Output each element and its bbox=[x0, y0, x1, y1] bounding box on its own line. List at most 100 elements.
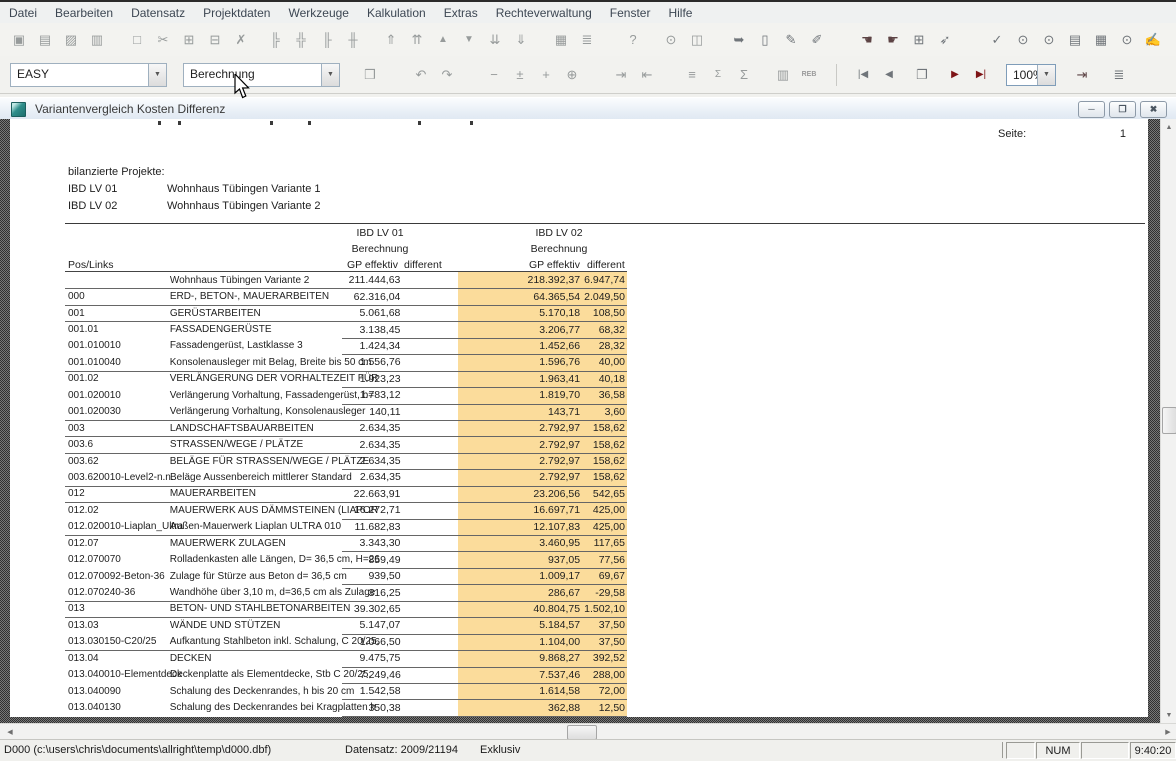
last-record-icon[interactable]: ▶| bbox=[969, 64, 993, 86]
chart-icon[interactable]: ▥ bbox=[771, 64, 795, 86]
split-view-icon[interactable]: ◫ bbox=[685, 29, 709, 51]
vertical-scroll-thumb[interactable] bbox=[1162, 407, 1176, 434]
cell-v2: 3.206,77 bbox=[402, 324, 584, 336]
doc-list-icon[interactable]: ▤ bbox=[1063, 29, 1087, 51]
move-up-icon[interactable]: ▲ bbox=[431, 29, 455, 51]
print-preview-icon[interactable]: ▣ bbox=[7, 29, 31, 51]
menu-item-hilfe[interactable]: Hilfe bbox=[659, 4, 701, 22]
first-record-icon[interactable]: |◀ bbox=[851, 64, 875, 86]
zoom-combo[interactable]: 100%▼ bbox=[1006, 64, 1056, 86]
menu-item-rechteverwaltung[interactable]: Rechteverwaltung bbox=[487, 4, 601, 22]
window-arrange-icon[interactable]: ⊞ bbox=[907, 29, 931, 51]
print2-icon[interactable]: ≣ bbox=[1107, 64, 1131, 86]
menu-item-werkzeuge[interactable]: Werkzeuge bbox=[279, 4, 357, 22]
prev-record-icon[interactable]: ◀ bbox=[877, 64, 901, 86]
page-preview-icon[interactable]: ▦ bbox=[549, 29, 573, 51]
horizontal-scroll-thumb[interactable] bbox=[567, 725, 597, 740]
scroll-up-icon[interactable]: ▲ bbox=[1161, 119, 1176, 135]
add-row-icon[interactable]: + bbox=[534, 64, 558, 86]
undo-icon[interactable]: ↶ bbox=[409, 64, 433, 86]
vertical-scrollbar[interactable]: ▲ ▼ bbox=[1160, 119, 1176, 723]
tree-insert-child-icon[interactable]: ╟ bbox=[315, 29, 339, 51]
cell-pos: 000 bbox=[65, 291, 170, 302]
search-record-icon[interactable]: ⊙ bbox=[1037, 29, 1061, 51]
table-rows: Wohnhaus Tübingen Variante 2211.444,6321… bbox=[65, 272, 627, 716]
project-row: IBD LV 02Wohnhaus Tübingen Variante 2 bbox=[68, 200, 321, 212]
scroll-left-icon[interactable]: ◀ bbox=[2, 724, 18, 740]
new-document-icon[interactable]: □ bbox=[125, 29, 149, 51]
close-button[interactable]: ✖ bbox=[1140, 101, 1167, 118]
move-page-down-icon[interactable]: ⇊ bbox=[483, 29, 507, 51]
pin-dart-icon[interactable]: ➶ bbox=[933, 29, 957, 51]
delete-icon[interactable]: ✗ bbox=[229, 29, 253, 51]
search-doc-icon[interactable]: ⊙ bbox=[1011, 29, 1035, 51]
add-special-icon[interactable]: ⊕ bbox=[560, 64, 584, 86]
cell-v1: 316,25 bbox=[343, 587, 403, 599]
tree-insert-before-icon[interactable]: ╠ bbox=[263, 29, 287, 51]
tree-insert-after-icon[interactable]: ╬ bbox=[289, 29, 313, 51]
remove-row-icon[interactable]: − bbox=[482, 64, 506, 86]
doc-edit-icon[interactable]: ✐ bbox=[805, 29, 829, 51]
easy-combo-dropdown-icon[interactable]: ▼ bbox=[148, 64, 166, 86]
cell-v2: 2.792,97 bbox=[402, 422, 584, 434]
minimize-button[interactable]: ─ bbox=[1078, 101, 1105, 118]
subtotal-icon[interactable]: Σ bbox=[706, 64, 730, 86]
menu-item-datensatz[interactable]: Datensatz bbox=[122, 4, 194, 22]
next-record-icon[interactable]: ▶ bbox=[943, 64, 967, 86]
search-globe-icon[interactable]: ⊙ bbox=[659, 29, 683, 51]
doc-table-icon[interactable]: ▦ bbox=[1089, 29, 1113, 51]
cell-diff: 40,00 bbox=[584, 356, 627, 368]
menu-item-kalkulation[interactable]: Kalkulation bbox=[358, 4, 435, 22]
scroll-down-icon[interactable]: ▼ bbox=[1161, 707, 1176, 723]
indent-right-icon[interactable]: ⇥ bbox=[609, 64, 633, 86]
restore-button[interactable]: ❐ bbox=[1109, 101, 1136, 118]
page-margin-right bbox=[1148, 119, 1160, 723]
list-icon[interactable]: ≡ bbox=[680, 64, 704, 86]
move-first-icon[interactable]: ⇑ bbox=[379, 29, 403, 51]
table-row: 003LANDSCHAFTSBAUARBEITEN2.634,352.792,9… bbox=[65, 420, 627, 436]
open-folder-icon[interactable]: ❒ bbox=[358, 64, 382, 86]
reb-icon[interactable]: REB bbox=[797, 64, 821, 86]
report-view-icon[interactable]: ▤ bbox=[33, 29, 57, 51]
menu-item-datei[interactable]: Datei bbox=[0, 4, 46, 22]
berechnung-combo-dropdown-icon[interactable]: ▼ bbox=[321, 64, 339, 86]
move-last-icon[interactable]: ⇓ bbox=[509, 29, 533, 51]
import-position-icon[interactable]: ➥ bbox=[727, 29, 751, 51]
catalog-icon[interactable]: ▥ bbox=[85, 29, 109, 51]
cell-v1: 1.066,50 bbox=[343, 636, 403, 648]
easy-combo[interactable]: EASY▼ bbox=[10, 63, 167, 87]
cut-icon[interactable]: ✂ bbox=[151, 29, 175, 51]
scroll-right-icon[interactable]: ▶ bbox=[1160, 724, 1176, 740]
menu-item-fenster[interactable]: Fenster bbox=[601, 4, 660, 22]
zoom-combo-dropdown-icon[interactable]: ▼ bbox=[1037, 65, 1055, 85]
grab-left-icon[interactable]: ☚ bbox=[855, 29, 879, 51]
clipboard-icon[interactable]: ▯ bbox=[753, 29, 777, 51]
menu-item-projektdaten[interactable]: Projektdaten bbox=[194, 4, 279, 22]
add-above-icon[interactable]: ± bbox=[508, 64, 532, 86]
print-icon[interactable]: ≣ bbox=[575, 29, 599, 51]
copy-pages-icon[interactable]: ❐ bbox=[910, 64, 934, 86]
exit-door-icon[interactable]: ⇥ bbox=[1070, 64, 1094, 86]
copy-icon[interactable]: ⊞ bbox=[177, 29, 201, 51]
toolbar-group: ▦≣ bbox=[548, 29, 600, 51]
search-again-icon[interactable]: ⊙ bbox=[1115, 29, 1139, 51]
doc-check-icon[interactable]: ✓ bbox=[985, 29, 1009, 51]
doc-sign-icon[interactable]: ✍ bbox=[1141, 29, 1165, 51]
cell-pos: 001.020030 bbox=[65, 406, 170, 417]
doc-add-icon[interactable]: ✎ bbox=[779, 29, 803, 51]
menu-item-bearbeiten[interactable]: Bearbeiten bbox=[46, 4, 122, 22]
image-view-icon[interactable]: ▨ bbox=[59, 29, 83, 51]
grab-right-icon[interactable]: ☛ bbox=[881, 29, 905, 51]
move-page-up-icon[interactable]: ⇈ bbox=[405, 29, 429, 51]
help-icon[interactable]: ? bbox=[621, 29, 645, 51]
sum-icon[interactable]: Σ bbox=[732, 64, 756, 86]
move-down-icon[interactable]: ▼ bbox=[457, 29, 481, 51]
berechnung-combo[interactable]: Berechnung▼ bbox=[183, 63, 340, 87]
indent-left-icon[interactable]: ⇤ bbox=[635, 64, 659, 86]
menu-item-extras[interactable]: Extras bbox=[435, 4, 487, 22]
horizontal-scrollbar[interactable]: ◀ ▶ bbox=[0, 723, 1176, 740]
paste-icon[interactable]: ⊟ bbox=[203, 29, 227, 51]
tree-level-icon[interactable]: ╫ bbox=[341, 29, 365, 51]
table-row: 013.040010-ElementdeckDeckenplatte als E… bbox=[65, 667, 627, 683]
redo-icon[interactable]: ↷ bbox=[435, 64, 459, 86]
